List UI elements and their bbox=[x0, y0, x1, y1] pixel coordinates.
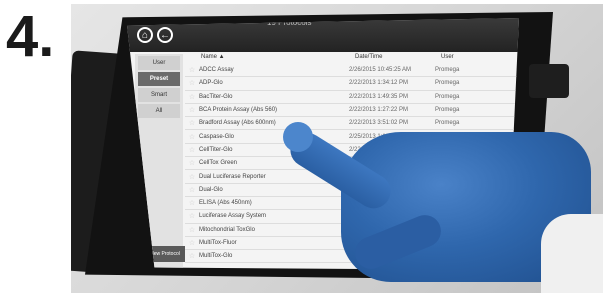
protocol-row[interactable]: ☆ Bradford Assay (Abs 600nm) 2/22/2013 3:5… bbox=[185, 117, 517, 131]
protocol-name: Caspase-Glo bbox=[199, 133, 235, 140]
protocol-user: Promega bbox=[435, 93, 460, 100]
protocol-date: 2/22/2013 3:51:02 PM bbox=[349, 120, 409, 127]
protocol-name: MultiTox-Fluor bbox=[199, 240, 237, 246]
favorite-star-icon[interactable]: ☆ bbox=[185, 186, 199, 194]
lab-coat-sleeve bbox=[541, 214, 603, 293]
protocol-row[interactable]: ☆ BCA Protein Assay (Abs 560) 2/22/2013 1:… bbox=[185, 104, 517, 118]
protocol-date: 2/22/2013 1:27:22 PM bbox=[349, 107, 409, 114]
favorite-star-icon[interactable]: ☆ bbox=[185, 212, 199, 220]
favorite-star-icon[interactable]: ☆ bbox=[185, 146, 199, 154]
favorite-star-icon[interactable]: ☆ bbox=[185, 159, 199, 167]
protocol-name: Bradford Assay (Abs 600nm) bbox=[199, 120, 276, 127]
protocol-row[interactable]: ☆ ADCC Assay 2/26/2015 10:45:25 AM Promega bbox=[185, 64, 517, 78]
favorite-star-icon[interactable]: ☆ bbox=[185, 173, 199, 181]
favorite-star-icon[interactable]: ☆ bbox=[185, 133, 199, 141]
protocol-user: Promega bbox=[435, 107, 460, 114]
home-icon[interactable]: ⌂ bbox=[137, 27, 153, 43]
favorite-star-icon[interactable]: ☆ bbox=[185, 66, 199, 74]
favorite-star-icon[interactable]: ☆ bbox=[185, 79, 199, 87]
favorite-star-icon[interactable]: ☆ bbox=[185, 119, 199, 127]
protocol-date: 2/22/2013 1:34:12 PM bbox=[349, 80, 409, 87]
protocol-name: BacTiter-Glo bbox=[199, 93, 233, 100]
back-arrow-icon[interactable]: ← bbox=[157, 27, 173, 43]
column-user[interactable]: User bbox=[441, 54, 454, 60]
protocol-name: MultiTox-Glo bbox=[199, 253, 233, 260]
protocol-name: ADCC Assay bbox=[199, 67, 234, 74]
favorite-star-icon[interactable]: ☆ bbox=[185, 93, 199, 101]
protocol-date: 2/26/2015 10:45:25 AM bbox=[349, 67, 412, 74]
filter-all[interactable]: All bbox=[138, 104, 180, 118]
column-date[interactable]: Date/Time bbox=[355, 54, 382, 60]
protocol-name: Dual-Glo bbox=[199, 186, 223, 193]
protocol-name: BCA Protein Assay (Abs 560) bbox=[199, 107, 278, 114]
protocol-name: Mitochondrial ToxGlo bbox=[199, 226, 255, 233]
filter-user[interactable]: User bbox=[138, 56, 180, 70]
favorite-star-icon[interactable]: ☆ bbox=[185, 226, 199, 234]
mount-clip-top bbox=[529, 64, 569, 98]
favorite-star-icon[interactable]: ☆ bbox=[185, 106, 199, 114]
protocol-row[interactable]: ☆ ADP-Glo 2/22/2013 1:34:12 PM Promega bbox=[185, 77, 517, 91]
protocol-name: Luciferase Assay System bbox=[199, 213, 267, 220]
favorite-star-icon[interactable]: ☆ bbox=[185, 199, 199, 207]
protocol-user: Promega bbox=[435, 80, 460, 87]
protocol-user: Promega bbox=[435, 120, 460, 127]
protocol-user: Promega bbox=[435, 67, 460, 74]
column-name[interactable]: Name ▲ bbox=[201, 54, 225, 60]
filter-preset[interactable]: Preset bbox=[138, 72, 180, 86]
protocol-row[interactable]: ☆ BacTiter-Glo 2/22/2013 1:49:35 PM Promega bbox=[185, 91, 517, 104]
protocol-date: 2/22/2013 1:49:35 PM bbox=[349, 93, 409, 100]
favorite-star-icon[interactable]: ☆ bbox=[185, 239, 199, 247]
favorite-star-icon[interactable]: ☆ bbox=[185, 252, 199, 260]
fingertip bbox=[283, 122, 313, 152]
protocol-name: ADP-Glo bbox=[199, 80, 223, 87]
step-number: 4. bbox=[6, 4, 55, 69]
filter-smart[interactable]: Smart bbox=[138, 88, 180, 102]
protocol-name: ELISA (Abs 450nm) bbox=[199, 200, 252, 207]
photo: ⌂ ← 19 Protocols User Preset Smart All N… bbox=[71, 4, 603, 293]
